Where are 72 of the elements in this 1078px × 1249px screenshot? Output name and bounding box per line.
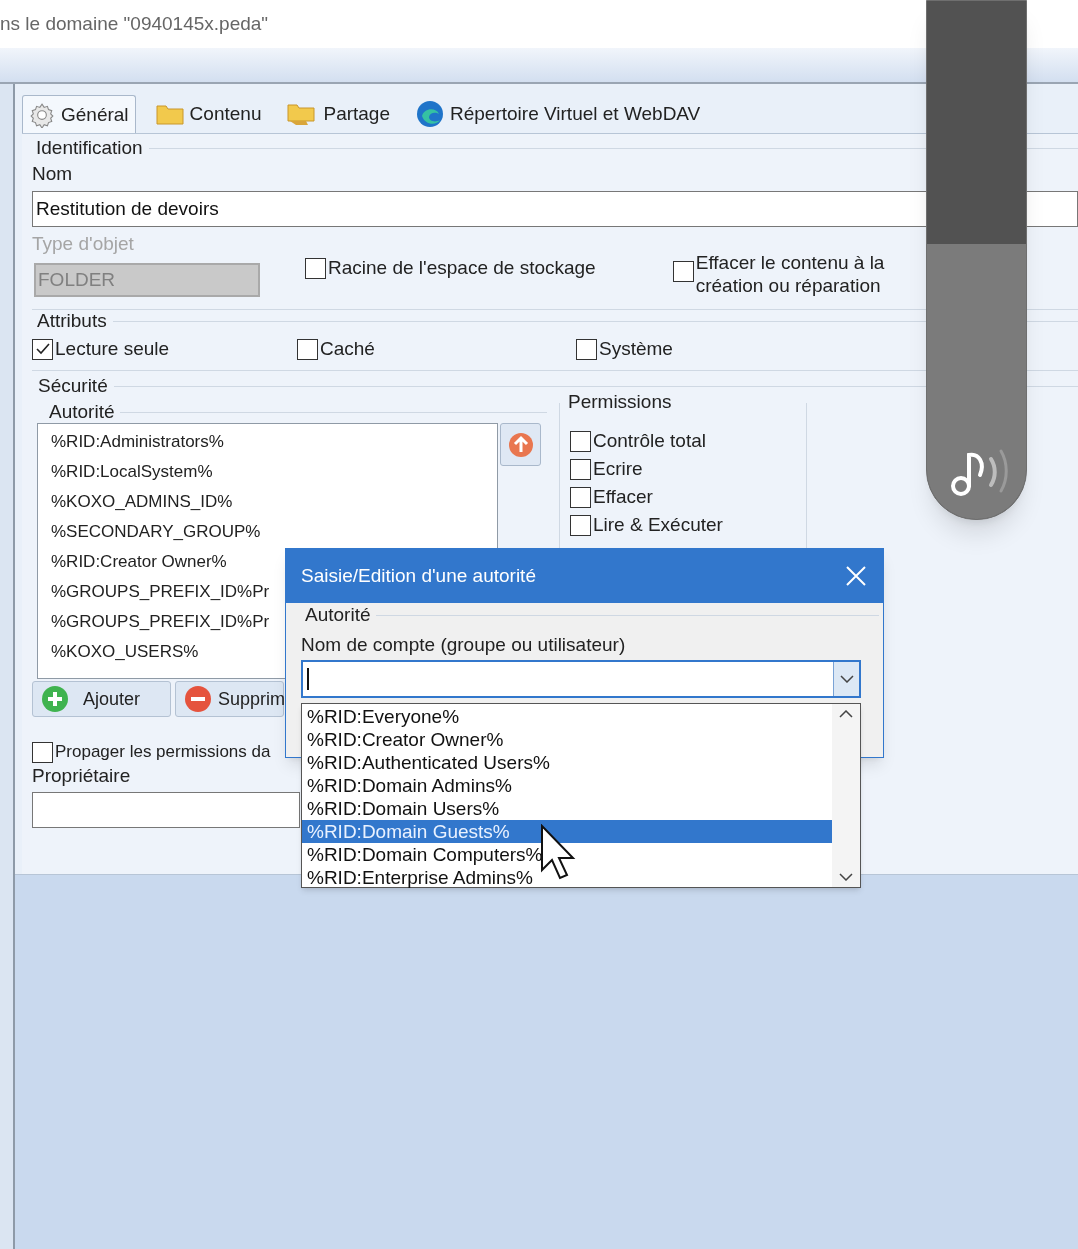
checkbox-label: Caché	[320, 338, 375, 360]
group-label: Identification	[36, 137, 143, 159]
dropdown-option[interactable]: %RID:Domain Admins%	[302, 774, 832, 797]
group-label: Autorité	[305, 604, 371, 626]
field-label: Propriétaire	[32, 765, 131, 787]
dropdown-option[interactable]: %RID:Authenticated Users%	[302, 751, 832, 774]
field-label: Nom de compte (groupe ou utilisateur)	[301, 634, 626, 656]
group-label: Attributs	[37, 310, 107, 332]
text-cursor-icon	[307, 668, 309, 690]
list-item[interactable]: %RID:Creator Owner%	[51, 547, 227, 577]
tab[interactable]: Répertoire Virtuel et WebDAV	[410, 95, 707, 133]
chevron-down-icon	[839, 675, 854, 683]
minus-icon	[184, 685, 212, 713]
checkbox-label: Système	[599, 338, 673, 360]
chevron-down-icon	[839, 873, 853, 881]
checkbox-label: Racine de l'espace de stockage	[328, 257, 596, 279]
list-item[interactable]: %RID:LocalSystem%	[51, 457, 213, 487]
owner-field[interactable]	[32, 792, 300, 828]
checkbox[interactable]	[672, 261, 694, 282]
dropdown-option[interactable]: %RID:Everyone%	[302, 705, 832, 728]
checkbox-label: Contrôle total	[593, 430, 706, 452]
close-icon	[846, 566, 866, 586]
dropdown-option[interactable]: %RID:Creator Owner%	[302, 728, 832, 751]
plus-icon	[41, 685, 69, 713]
list-item[interactable]: %KOXO_ADMINS_ID%	[51, 487, 233, 517]
volume-slider[interactable]	[926, 0, 1027, 520]
move-up-button[interactable]	[500, 423, 541, 466]
tab[interactable]: Contenu	[149, 95, 268, 133]
field-label: Nom	[32, 163, 73, 185]
dropdown-option[interactable]: %RID:Enterprise Admins%	[302, 866, 832, 889]
checkbox-label: Lire & Exécuter	[593, 514, 723, 536]
checkbox-label: Propager les permissions da	[55, 741, 271, 763]
dropdown-option[interactable]: %RID:Domain Computers%	[302, 843, 832, 866]
checkbox-label: Effacer	[593, 486, 653, 508]
checkbox[interactable]	[570, 514, 591, 536]
mouse-pointer-icon	[540, 824, 576, 880]
checkbox[interactable]	[576, 338, 597, 360]
checkbox[interactable]	[297, 338, 318, 360]
account-combobox[interactable]	[301, 660, 861, 698]
tab[interactable]: Partage	[281, 95, 396, 133]
globe-icon	[416, 100, 444, 128]
dropdown-option[interactable]: %RID:Domain Users%	[302, 797, 832, 820]
list-item[interactable]: %KOXO_USERS%	[51, 637, 199, 667]
checkbox-label: Effacer le contenu à la création ou réparation	[695, 251, 886, 297]
gear-icon	[29, 101, 55, 128]
remove-button[interactable]: Supprim	[175, 681, 284, 717]
scrollbar[interactable]	[832, 704, 860, 887]
checkbox[interactable]	[570, 486, 591, 508]
list-item[interactable]: %SECONDARY_GROUP%	[51, 517, 261, 547]
checkbox[interactable]	[305, 257, 326, 279]
group-label: Autorité	[49, 401, 115, 423]
field-label: Type d'objet	[32, 233, 134, 255]
folder-icon	[155, 103, 184, 125]
window-title: ns le domaine "0940145x.peda"	[0, 13, 269, 35]
dialog-title: Saisie/Edition d'une autorité	[301, 565, 536, 587]
add-button[interactable]: Ajouter	[32, 681, 171, 717]
checkbox-label: Ecrire	[593, 458, 643, 480]
chevron-up-icon	[839, 710, 853, 718]
folder-icon	[287, 102, 318, 126]
checkbox-label: Lecture seule	[55, 338, 170, 360]
name-field[interactable]: Restitution de devoirs	[32, 191, 1078, 227]
checkbox[interactable]	[570, 458, 591, 480]
list-item[interactable]: %GROUPS_PREFIX_ID%Pr	[51, 577, 270, 607]
checkbox[interactable]	[32, 741, 53, 763]
tab[interactable]: Général	[22, 95, 136, 133]
list-item[interactable]: %GROUPS_PREFIX_ID%Pr	[51, 607, 270, 637]
checkbox[interactable]	[570, 430, 591, 452]
list-item[interactable]: %RID:Administrators%	[51, 427, 224, 457]
music-volume-icon	[949, 447, 1011, 497]
dropdown-option[interactable]: %RID:Domain Guests%	[302, 820, 832, 843]
checkbox[interactable]	[32, 338, 53, 360]
group-label: Sécurité	[38, 375, 108, 397]
